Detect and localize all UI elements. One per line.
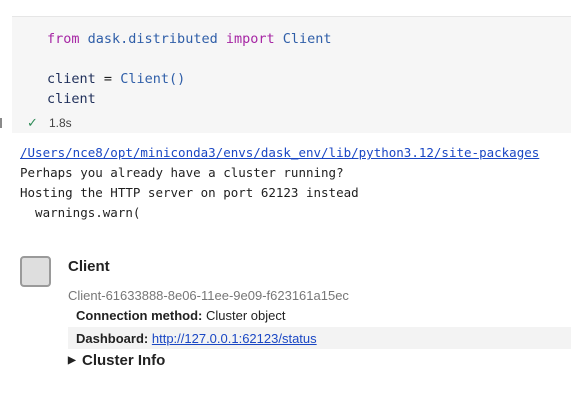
execution-time: 1.8s: [49, 116, 72, 130]
module-name: dask.distributed: [87, 31, 218, 47]
client-title: Client: [68, 258, 110, 275]
cluster-info-toggle[interactable]: ▶ Cluster Info: [68, 352, 165, 369]
warning-path-link[interactable]: /Users/nce8/opt/miniconda3/envs/dask_env…: [20, 145, 539, 160]
output-var: client: [47, 91, 96, 107]
dashboard-row: Dashboard: http://127.0.0.1:62123/status: [68, 327, 571, 349]
cell-status: ✓ 1.8s: [27, 115, 72, 131]
connection-value: Cluster object: [206, 308, 286, 323]
cell-output: /Users/nce8/opt/miniconda3/envs/dask_env…: [20, 143, 539, 223]
client-id: Client-61633888-8e06-11ee-9e09-f623161a1…: [68, 288, 349, 303]
cell-left-marker: [0, 118, 2, 128]
dashboard: Dashboard: http://127.0.0.1:62123/status: [76, 331, 317, 346]
code-editor[interactable]: from dask.distributed import Client clie…: [47, 29, 332, 109]
import-name: Client: [282, 31, 332, 47]
dashboard-link[interactable]: http://127.0.0.1:62123/status: [152, 331, 317, 346]
output-line-2: Perhaps you already have a cluster runni…: [20, 165, 344, 180]
client-widget: Client Client-61633888-8e06-11ee-9e09-f6…: [20, 255, 571, 385]
kw-import: import: [225, 31, 275, 47]
client-call: Client(): [120, 71, 186, 87]
check-icon: ✓: [27, 115, 38, 130]
disclosure-triangle-icon: ▶: [68, 355, 76, 366]
cluster-info-label: Cluster Info: [82, 352, 166, 369]
client-icon: [20, 256, 51, 287]
assign-op: =: [103, 71, 113, 87]
connection-label: Connection method:: [76, 308, 203, 323]
code-cell[interactable]: from dask.distributed import Client clie…: [12, 16, 571, 133]
connection-method: Connection method: Cluster object: [76, 308, 286, 323]
output-line-4: warnings.warn(: [20, 205, 141, 220]
assign-var: client: [47, 71, 96, 87]
kw-from: from: [47, 31, 80, 47]
dashboard-label: Dashboard:: [76, 331, 149, 346]
output-line-3: Hosting the HTTP server on port 62123 in…: [20, 185, 359, 200]
